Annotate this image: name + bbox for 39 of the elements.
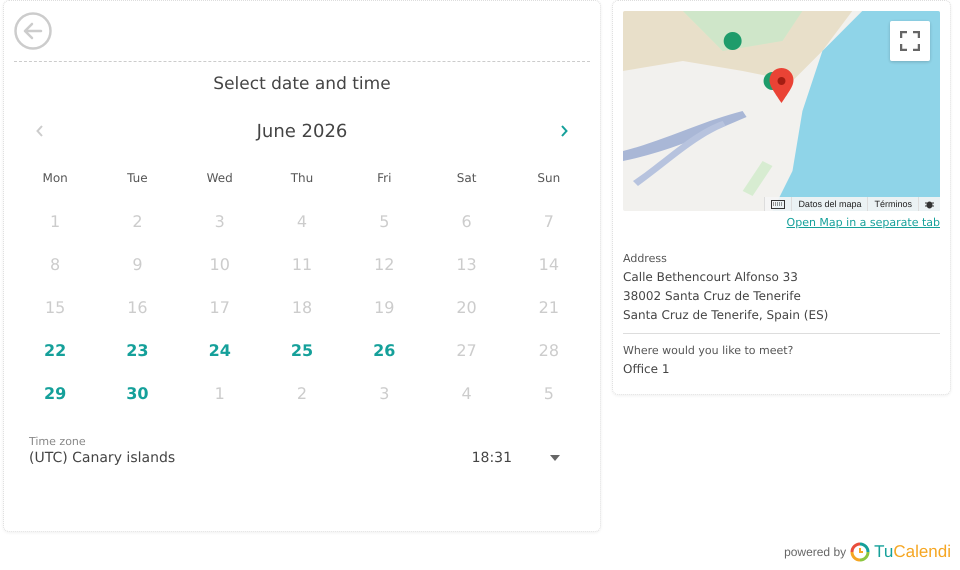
meeting-place: Office 1 xyxy=(623,361,670,378)
map-attribution-link[interactable]: Datos del mapa xyxy=(791,197,868,211)
open-map-link[interactable]: Open Map in a separate tab xyxy=(786,216,940,229)
map-attribution-link[interactable]: Términos xyxy=(867,197,918,211)
meeting-label: Where would you like to meet? xyxy=(623,344,794,357)
month-title: June 2026 xyxy=(256,120,348,142)
calendar-day[interactable]: 23 xyxy=(96,329,179,372)
address-label: Address xyxy=(623,252,668,265)
calendar-day[interactable]: 25 xyxy=(260,329,344,372)
weekday-label: Sat xyxy=(456,170,478,187)
address-line: 38002 Santa Cruz de Tenerife xyxy=(623,288,802,305)
calendar-day[interactable]: 30 xyxy=(96,372,179,415)
weekday-label: Thu xyxy=(290,170,314,187)
timezone-dropdown[interactable]: (UTC) Canary islands 18:31 xyxy=(29,448,575,468)
calendar-day[interactable]: 29 xyxy=(14,372,96,415)
calendar-day[interactable]: 22 xyxy=(14,329,96,372)
powered-by-text: powered by xyxy=(784,545,846,559)
fullscreen-button[interactable] xyxy=(890,21,930,61)
page-title: Select date and time xyxy=(212,74,392,94)
weekday-label: Mon xyxy=(41,170,69,187)
dropdown-caret-icon xyxy=(549,455,561,461)
logo-icon xyxy=(850,542,870,562)
calendar-day[interactable]: 24 xyxy=(178,329,261,372)
chevron-right-icon xyxy=(560,125,568,137)
weekday-label: Fri xyxy=(376,170,392,187)
report-bug-button[interactable] xyxy=(918,197,940,211)
timezone-label: Time zone xyxy=(29,435,87,448)
weekday-label: Wed xyxy=(206,170,234,187)
address-line: Santa Cruz de Tenerife, Spain (ES) xyxy=(623,307,830,324)
weekday-label: Sun xyxy=(536,170,562,187)
address-line: Calle Bethencourt Alfonso 33 xyxy=(623,269,799,286)
bug-icon xyxy=(925,200,934,208)
fullscreen-icon xyxy=(900,31,920,51)
chevron-left-icon xyxy=(36,125,44,137)
keyboard-icon xyxy=(771,200,786,208)
brand-logo: TuCalendi xyxy=(874,542,951,562)
calendar-day[interactable]: 26 xyxy=(343,329,426,372)
weekday-label: Tue xyxy=(126,170,149,187)
keyboard-shortcuts-button[interactable] xyxy=(764,197,792,211)
